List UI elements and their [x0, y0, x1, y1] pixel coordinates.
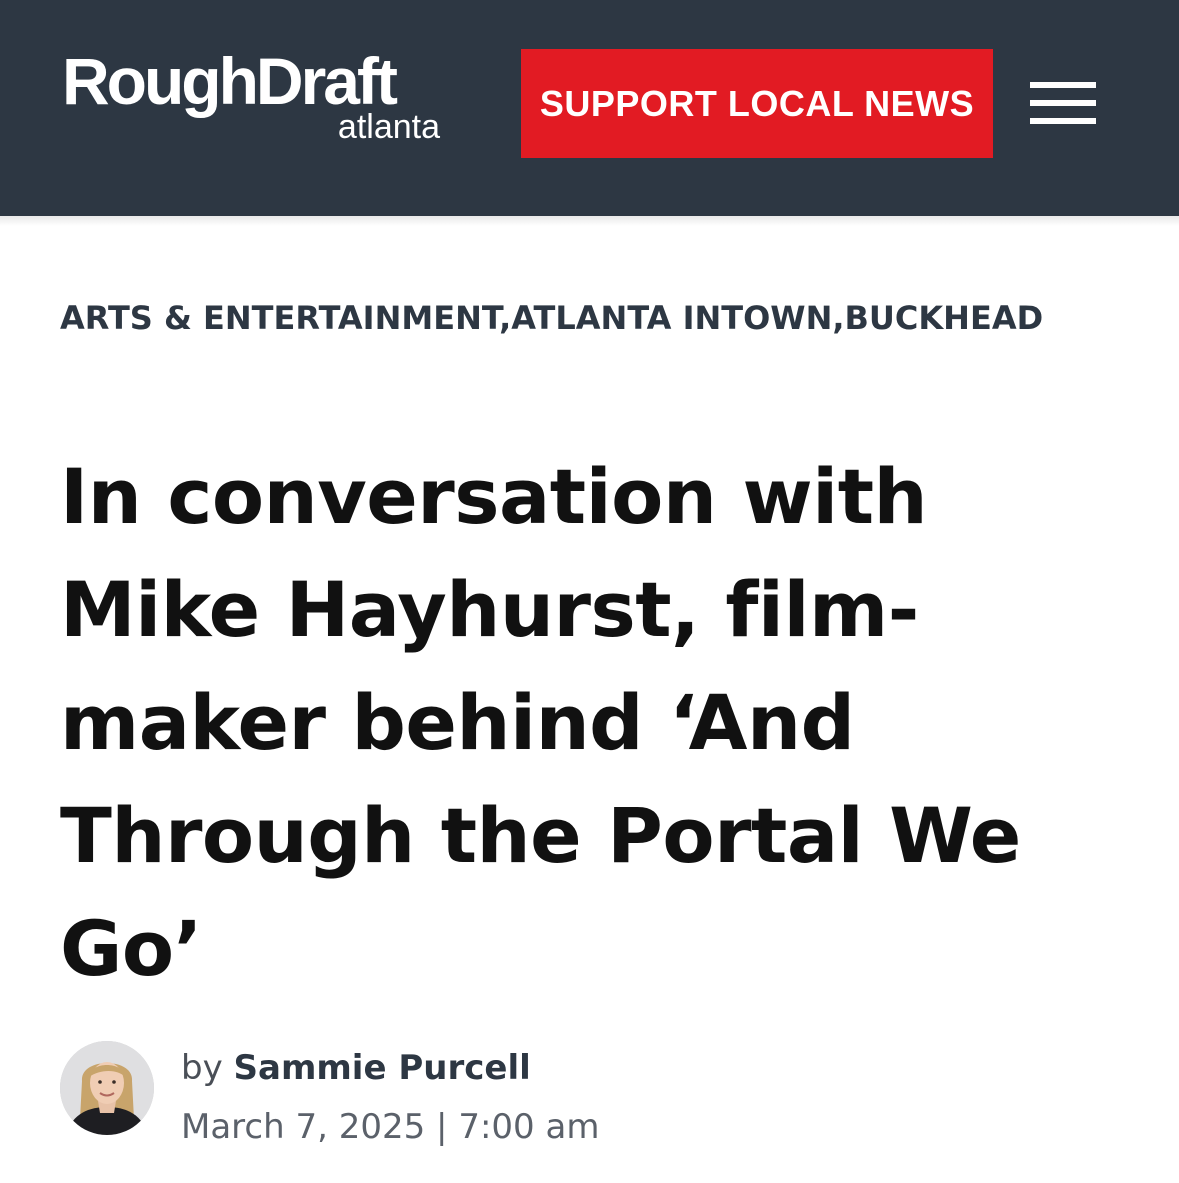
- author-name-link[interactable]: Sammie Purcell: [234, 1048, 531, 1088]
- author-portrait-icon: [60, 1041, 154, 1135]
- article-categories: ARTS & ENTERTAINMENT,ATLANTA INTOWN,BUCK…: [60, 299, 1043, 337]
- article-title: In conversation with Mike Hayhurst, film…: [60, 452, 1021, 993]
- date-separator: |: [436, 1107, 448, 1147]
- category-separator: ,: [832, 299, 845, 337]
- site-logo[interactable]: RoughDraft atlanta: [62, 48, 442, 158]
- menu-bar: [1030, 100, 1096, 106]
- logo-city: atlanta: [337, 108, 440, 146]
- author-avatar[interactable]: [60, 1041, 154, 1135]
- support-local-news-button[interactable]: SUPPORT LOCAL NEWS: [521, 49, 993, 158]
- category-link-arts[interactable]: ARTS & ENTERTAINMENT: [60, 299, 499, 337]
- publish-time: 7:00 am: [458, 1107, 600, 1147]
- hamburger-menu-icon[interactable]: [1028, 80, 1098, 128]
- publish-date: March 7, 2025: [181, 1107, 426, 1147]
- menu-bar: [1030, 82, 1096, 88]
- site-header: RoughDraft atlanta SUPPORT LOCAL NEWS: [0, 0, 1179, 216]
- category-link-buckhead[interactable]: BUCKHEAD: [845, 299, 1044, 337]
- menu-bar: [1030, 118, 1096, 124]
- byline: by Sammie Purcell: [181, 1048, 531, 1089]
- logo-wordmark: RoughDraft: [62, 44, 398, 118]
- header-shadow: [0, 216, 1179, 226]
- category-link-atlanta-intown[interactable]: ATLANTA INTOWN: [511, 299, 832, 337]
- publish-dateline: March 7, 2025 | 7:00 am: [181, 1107, 599, 1148]
- byline-prefix: by: [181, 1048, 223, 1088]
- category-separator: ,: [499, 299, 512, 337]
